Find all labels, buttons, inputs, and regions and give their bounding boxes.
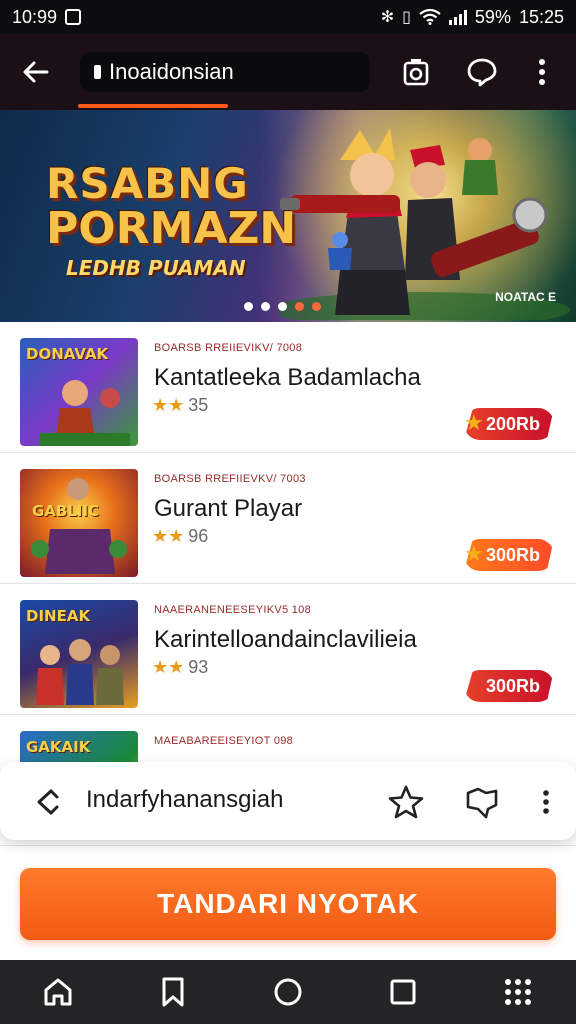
- app-bar: Inoaidonsian: [0, 34, 576, 110]
- status-clock: 15:25: [518, 6, 564, 27]
- more-options-button[interactable]: [522, 52, 562, 92]
- star-icon: [388, 785, 424, 819]
- bluetooth-icon: ✻: [380, 9, 395, 26]
- wifi-icon: [419, 9, 441, 25]
- home-circle-icon: [274, 978, 302, 1006]
- thumbs-icon: [466, 787, 498, 819]
- game-title: Kantatleeka Badamlacha: [154, 364, 421, 391]
- game-rating: ★★ 35: [152, 395, 208, 416]
- primary-action-button[interactable]: TANDARI NYOTAK: [20, 868, 556, 940]
- battery-level: 59%: [474, 6, 511, 27]
- rating-value: 35: [188, 395, 209, 415]
- more-vert-icon: [543, 790, 549, 814]
- game-meta: MAEABAREEISEYIOT 098: [154, 735, 294, 747]
- thumbnail-art: [40, 380, 130, 446]
- signal-icon: [448, 9, 467, 25]
- share-button[interactable]: [26, 782, 66, 822]
- price-badge[interactable]: 300Rb ★: [463, 539, 554, 571]
- carousel-dots: [244, 302, 321, 311]
- banner-title-line1: RSABNG: [46, 159, 249, 208]
- thumbnail-title: GAKAIK: [26, 738, 91, 756]
- nav-circle-button[interactable]: [258, 962, 318, 1022]
- share-bar: Indarfyhanansgiah: [0, 762, 576, 840]
- price-badge[interactable]: 200Rb ★: [463, 408, 554, 440]
- game-thumbnail: DONAVAK: [20, 338, 138, 446]
- game-meta: NAAERANENEESEYIKV5 108: [154, 604, 312, 616]
- price-value: 200Rb: [485, 413, 540, 434]
- status-bar: 10:99 ✻ ▯ 59% 15:25: [0, 0, 576, 34]
- rating-value: 96: [188, 526, 209, 546]
- star-icon: ★★: [152, 526, 185, 546]
- carousel-dot[interactable]: [278, 302, 287, 311]
- back-arrow-icon: [23, 61, 49, 83]
- banner-tag: NOATAC E: [495, 290, 556, 304]
- game-rating: ★★ 93: [152, 657, 208, 678]
- thumbs-button[interactable]: [462, 782, 502, 822]
- game-title: Karintelloandainclavilieia: [154, 626, 417, 653]
- list-item[interactable]: DINEAK NAAERANENEESEYIKV5 108 Karintello…: [0, 584, 576, 715]
- nav-bar: [0, 960, 576, 1024]
- star-icon: ★★: [152, 657, 185, 677]
- star-badge-icon: ★: [463, 541, 484, 566]
- apps-grid-icon: [505, 979, 532, 1005]
- tab-title-field[interactable]: Inoaidonsian: [80, 52, 370, 92]
- more-vert-icon: [539, 59, 545, 85]
- game-meta: BOARSB RREIIEVIKV/ 7008: [154, 342, 303, 354]
- tab-title: Inoaidonsian: [109, 59, 234, 84]
- chat-button[interactable]: [462, 52, 502, 92]
- price-badge[interactable]: 300Rb: [463, 670, 554, 702]
- nav-recents-button[interactable]: [373, 962, 433, 1022]
- tab-indicator: [78, 104, 228, 108]
- rating-value: 93: [188, 657, 209, 677]
- thumbnail-art: [36, 639, 124, 705]
- share-icon: [37, 789, 59, 815]
- list-item[interactable]: GABLIIC BOARSB RREFIIEVKV/ 7003 Gurant P…: [0, 453, 576, 584]
- carousel-dot[interactable]: [261, 302, 270, 311]
- price-value: 300Rb: [485, 544, 540, 565]
- back-button[interactable]: [0, 34, 70, 110]
- camera-icon: [403, 59, 429, 86]
- thumbnail-art: [31, 478, 127, 574]
- favorite-button[interactable]: [386, 782, 426, 822]
- carousel-dot[interactable]: [295, 302, 304, 311]
- carousel-dot[interactable]: [244, 302, 253, 311]
- game-thumbnail: DINEAK: [20, 600, 138, 708]
- price-value: 300Rb: [485, 675, 540, 696]
- url-more-button[interactable]: [526, 782, 566, 822]
- game-thumbnail: GABLIIC: [20, 469, 138, 577]
- lock-icon: [94, 65, 101, 79]
- list-item[interactable]: DONAVAK BOARSB RREIIEVIKV/ 7008 Kantatle…: [0, 322, 576, 453]
- game-rating: ★★ 96: [152, 526, 208, 547]
- home-icon: [44, 978, 72, 1006]
- bookmark-icon: [162, 977, 184, 1007]
- banner-subtitle: LEDHB PUAMAN: [66, 256, 246, 280]
- nav-bookmark-button[interactable]: [143, 962, 203, 1022]
- status-time: 10:99: [12, 6, 58, 27]
- banner-title-line2: PORMAZN: [46, 203, 297, 254]
- screenshot-icon: [65, 9, 82, 25]
- game-meta: BOARSB RREFIIEVKV/ 7003: [154, 473, 306, 485]
- url-text[interactable]: Indarfyhanansgiah: [86, 786, 283, 814]
- price-tag: 300Rb: [463, 670, 554, 702]
- star-icon: ★★: [152, 395, 185, 415]
- star-badge-icon: ★: [463, 410, 484, 435]
- chat-bubble-icon: [467, 58, 497, 87]
- camera-button[interactable]: [396, 52, 436, 92]
- nav-apps-button[interactable]: [488, 962, 548, 1022]
- game-title: Gurant Playar: [154, 495, 303, 522]
- recents-icon: [390, 979, 416, 1005]
- promo-banner[interactable]: RSABNG PORMAZN LEDHB PUAMAN NOATAC E: [0, 110, 576, 322]
- carousel-dot[interactable]: [312, 302, 321, 311]
- nav-home-button[interactable]: [28, 962, 88, 1022]
- vibrate-icon: ▯: [402, 9, 411, 26]
